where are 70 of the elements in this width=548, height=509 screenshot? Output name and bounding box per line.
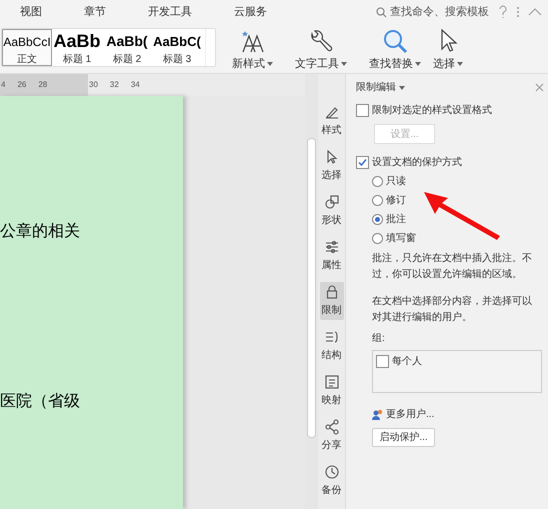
caret-icon: [457, 62, 463, 66]
mode-radio[interactable]: 批注: [372, 212, 544, 227]
sliders-icon: [324, 239, 340, 255]
radio[interactable]: [372, 176, 383, 187]
caret-icon: [341, 62, 347, 66]
hint-text: 在文档中选择部分内容，并选择可以对其进行编辑的用户。: [372, 294, 533, 325]
share-icon: [324, 419, 340, 435]
help-icon[interactable]: [498, 5, 508, 19]
start-protection-button[interactable]: 启动保护...: [372, 428, 435, 447]
side-tool[interactable]: 限制: [320, 282, 344, 320]
ruler-number: 32: [110, 79, 119, 91]
side-tool[interactable]: 形状: [320, 192, 344, 230]
caret-icon: [415, 62, 421, 66]
collapse-icon[interactable]: [528, 7, 542, 17]
scrollbar[interactable]: [305, 74, 318, 509]
outline-icon: [324, 329, 340, 345]
more-icon[interactable]: [516, 5, 520, 19]
ruler-number: 4: [1, 79, 6, 91]
more-users-link[interactable]: 更多用户...: [372, 407, 544, 422]
side-tool[interactable]: 选择: [320, 147, 344, 185]
panel-title[interactable]: 限制编辑: [356, 80, 405, 95]
ruler-number: 34: [130, 79, 140, 91]
mapping-icon: [324, 374, 340, 390]
mode-radio[interactable]: 只读: [372, 174, 544, 189]
ribbon-button[interactable]: 选择: [427, 28, 469, 72]
style-option[interactable]: AaBbC( 标题 3: [152, 29, 202, 66]
mode-description: 批注，只允许在文档中插入批注。不过，你可以设置允许编辑的区域。: [372, 252, 533, 282]
menu-tab[interactable]: 云服务: [232, 4, 269, 20]
checkbox[interactable]: [376, 355, 389, 368]
search-field[interactable]: 查找命令、搜索模板: [376, 4, 490, 20]
side-tool[interactable]: 样式: [320, 102, 344, 140]
search-icon: [376, 6, 387, 18]
ruler-number: 28: [38, 79, 48, 91]
wrench-icon: [308, 28, 334, 54]
ribbon-button[interactable]: 新样式: [226, 28, 279, 72]
history-icon: [324, 464, 340, 480]
side-tool[interactable]: 属性: [320, 237, 344, 275]
mode-radio[interactable]: 填写窗: [372, 231, 544, 246]
ribbon-button[interactable]: 查找替换: [363, 28, 427, 72]
style-option[interactable]: AaBb( 标题 2: [102, 29, 152, 66]
radio[interactable]: [372, 214, 383, 225]
side-tool[interactable]: 分享: [320, 417, 344, 455]
ruler-number: 26: [17, 79, 26, 91]
checkbox[interactable]: [356, 156, 369, 169]
menu-tab[interactable]: 视图: [18, 4, 44, 20]
users-icon: [372, 409, 384, 420]
caret-icon: [267, 62, 273, 66]
search-icon: [382, 28, 408, 54]
side-tool[interactable]: 结构: [320, 327, 344, 365]
menu-tab[interactable]: 章节: [82, 4, 108, 20]
radio[interactable]: [372, 233, 383, 244]
side-tool[interactable]: 映射: [320, 372, 344, 410]
shapes-icon: [324, 194, 340, 210]
document-text: 公章的相关: [0, 222, 81, 242]
menu-tab[interactable]: 开发工具: [146, 4, 194, 20]
document-text: 医院（省级: [0, 392, 81, 412]
style-option[interactable]: AaBbCcI 正文: [2, 29, 52, 66]
style-option[interactable]: AaBb 标题 1: [52, 29, 102, 66]
checkbox[interactable]: [356, 104, 369, 117]
group-option[interactable]: 每个人: [376, 354, 538, 369]
radio[interactable]: [372, 195, 383, 206]
side-tool[interactable]: 备份: [320, 462, 344, 500]
protect-option[interactable]: 设置文档的保护方式: [356, 155, 544, 170]
caret-icon: [399, 86, 405, 90]
group-label: 组:: [372, 332, 386, 346]
ruler-number: 30: [89, 79, 98, 91]
format-limit-option[interactable]: 限制对选定的样式设置格式: [356, 103, 544, 118]
mode-radio[interactable]: 修订: [372, 193, 544, 208]
close-icon[interactable]: [535, 83, 544, 92]
ribbon-button[interactable]: 文字工具: [289, 28, 353, 72]
